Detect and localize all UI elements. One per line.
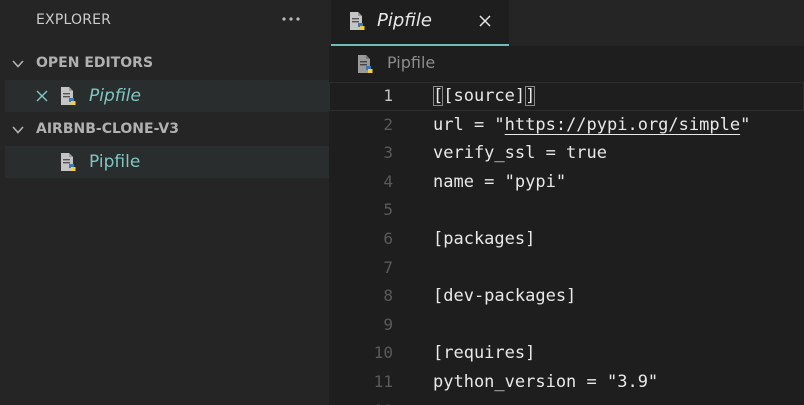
code-text: python_version = "3.9"	[433, 371, 659, 392]
project-folder-label: AIRBNB-CLONE-V3	[36, 121, 179, 137]
open-editors-label: OPEN EDITORS	[36, 55, 154, 71]
close-icon[interactable]	[477, 13, 493, 29]
breadcrumb: Pipfile	[329, 46, 804, 82]
code-line: 5	[329, 196, 804, 225]
open-editors-section-header[interactable]: OPEN EDITORS	[0, 48, 329, 78]
tab-bar: Pipfile	[329, 0, 804, 46]
code-text: url = "https://pypi.org/simple"	[433, 111, 750, 140]
explorer-sidebar: EXPLORER OPEN EDITORS Pipfile AIRBNB-CLO…	[0, 0, 329, 405]
open-editor-label: Pipfile	[89, 86, 141, 106]
code-line: 2 url = "https://pypi.org/simple"	[329, 111, 804, 140]
code-line: 3 verify_ssl = true	[329, 139, 804, 168]
code-line: 6 [packages]	[329, 225, 804, 254]
line-number: 8	[383, 286, 393, 306]
line-number: 2	[383, 114, 393, 134]
line-number: 5	[383, 200, 393, 220]
file-tree-label: Pipfile	[89, 152, 141, 172]
line-number: 7	[383, 257, 393, 277]
line-number: 9	[383, 314, 393, 334]
close-icon[interactable]	[35, 88, 49, 102]
line-number: 10	[373, 343, 393, 363]
code-text-mid: [source]	[443, 86, 526, 106]
ellipsis-icon[interactable]	[279, 7, 303, 31]
code-line: 11 python_version = "3.9"	[329, 368, 804, 397]
code-line: 10 [requires]	[329, 339, 804, 368]
line-number: 3	[383, 143, 393, 163]
python-file-icon	[357, 54, 373, 74]
python-file-icon	[349, 11, 365, 31]
code-line: 4 name = "pypi"	[329, 168, 804, 197]
code-line: 9	[329, 311, 804, 340]
vscode-window: EXPLORER OPEN EDITORS Pipfile AIRBNB-CLO…	[0, 0, 804, 405]
open-editor-item-pipfile[interactable]: Pipfile	[5, 80, 329, 112]
chevron-down-icon	[11, 56, 25, 70]
code-text: [requires]	[433, 343, 536, 364]
code-text: [dev-packages]	[433, 286, 577, 307]
code-text: [packages]	[433, 228, 536, 249]
python-file-icon	[60, 152, 76, 172]
code-line: 8 [dev-packages]	[329, 282, 804, 311]
code-line: 7	[329, 254, 804, 283]
project-section-header[interactable]: AIRBNB-CLONE-V3	[0, 114, 329, 144]
explorer-title: EXPLORER	[36, 12, 112, 28]
tab-pipfile[interactable]: Pipfile	[331, 0, 509, 46]
code-text-post: "	[740, 114, 751, 135]
line-number: 4	[383, 171, 393, 191]
editor-area: Pipfile Pipfile 1 [[source]] 2 url = "ht…	[329, 0, 804, 405]
explorer-header: EXPLORER	[0, 0, 329, 42]
code-text: verify_ssl = true	[433, 143, 607, 164]
bracket-match: ]	[525, 86, 536, 106]
chevron-down-icon	[11, 122, 25, 136]
line-number: 12	[329, 397, 393, 405]
code-line: 1 [[source]]	[329, 82, 804, 111]
tab-label: Pipfile	[377, 10, 432, 31]
file-tree-item-pipfile[interactable]: Pipfile	[5, 146, 329, 178]
code-text: name = "pypi"	[433, 171, 567, 192]
breadcrumb-item-pipfile[interactable]: Pipfile	[387, 53, 435, 72]
code-text-pre: url = "	[433, 114, 505, 135]
line-number: 11	[373, 371, 393, 391]
line-number: 1	[383, 86, 393, 105]
python-file-icon	[60, 86, 76, 106]
code-editor[interactable]: 1 [[source]] 2 url = "https://pypi.org/s…	[329, 82, 804, 405]
bracket-match: [	[433, 86, 444, 106]
url-link[interactable]: https://pypi.org/simple	[505, 115, 740, 135]
code-text: [[source]]	[433, 82, 536, 111]
line-number: 6	[383, 228, 393, 248]
code-line: 12	[329, 397, 804, 405]
